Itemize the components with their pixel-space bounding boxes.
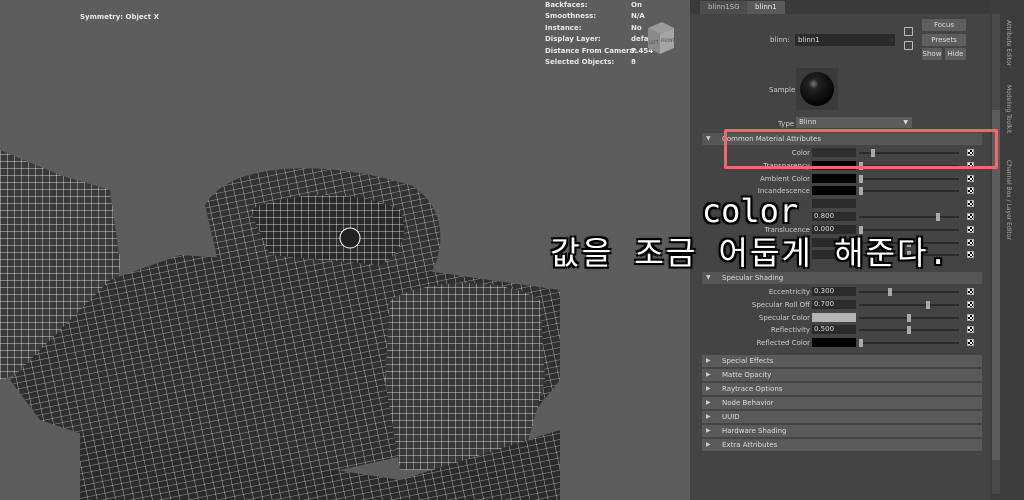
material-sample-swatch (796, 68, 838, 110)
caption-line1: color (701, 192, 799, 230)
tab-blinn1sg[interactable]: blinn1SG (700, 1, 748, 14)
caption-line2: 값을 조금 어둡게 해준다. (550, 234, 950, 272)
section-header[interactable]: ▶ Hardware Shading (702, 425, 982, 437)
show-button[interactable]: Show (922, 48, 942, 60)
attribute-value: 0.300 (814, 287, 835, 295)
editor-tabbar: blinn1SG blinn1 (690, 0, 990, 14)
attribute-label: Specular Roll Off (751, 300, 810, 309)
slider-thumb[interactable] (907, 326, 911, 335)
chevron-down-icon: ▼ (706, 135, 711, 142)
section-title: Matte Opacity (722, 371, 772, 379)
side-tab-modeling-toolkit[interactable]: Modeling Toolkit (1002, 85, 1012, 133)
node-name-field[interactable]: blinn1 (795, 34, 895, 46)
chevron-right-icon: ▶ (706, 385, 711, 392)
attribute-label: Ambient Color (760, 174, 810, 183)
section-header[interactable]: ▶ UUID (702, 411, 982, 423)
attribute-row: Reflected Color (702, 337, 982, 349)
attribute-value: 0.700 (814, 299, 835, 308)
attribute-slider[interactable] (859, 291, 959, 293)
sample-sphere-icon (800, 72, 834, 106)
viewcube-left-label: LEFT (649, 40, 659, 45)
highlight-box (724, 129, 998, 169)
chevron-right-icon: ▶ (706, 427, 711, 434)
attribute-label: Reflected Color (756, 339, 810, 348)
hud-label: Instance: (545, 23, 582, 32)
attribute-label: Specular Color (758, 313, 810, 322)
section-header[interactable]: ▶ Raytrace Options (702, 383, 982, 395)
hud-value: On (631, 1, 642, 9)
slider-thumb[interactable] (907, 313, 911, 322)
section-title: Specular Shading (722, 274, 784, 282)
type-label: Type (778, 120, 795, 128)
chevron-right-icon: ▶ (706, 399, 711, 406)
section-title: Hardware Shading (722, 427, 787, 435)
attribute-row: Eccentricity 0.300 (702, 286, 982, 298)
side-tab-attribute-editor[interactable]: Attribute Editor (1002, 20, 1012, 66)
map-button-icon[interactable] (967, 300, 974, 308)
attribute-slider[interactable] (859, 177, 959, 180)
attribute-value-field[interactable]: 0.300 (812, 287, 856, 296)
map-button-icon[interactable] (967, 174, 974, 182)
section-title: UUID (722, 413, 740, 421)
hide-button[interactable]: Hide (945, 48, 966, 60)
attribute-value-field[interactable] (812, 338, 856, 348)
slider-thumb[interactable] (926, 300, 931, 309)
hud-label: Backfaces: (545, 1, 588, 9)
type-dropdown[interactable]: Blinn ▼ (796, 117, 912, 128)
hud-label: Selected Objects: (545, 57, 615, 66)
map-button-icon[interactable] (967, 339, 974, 347)
caption-overlay: color 값을 조금 어둡게 해준다. (480, 190, 1020, 274)
section-title: Node Behavior (722, 399, 774, 407)
sample-label: Sample (769, 86, 796, 94)
section-header[interactable]: ▶ Special Effects (702, 355, 982, 367)
slider-thumb[interactable] (859, 174, 863, 183)
section-header[interactable]: ▶ Matte Opacity (702, 369, 982, 381)
section-header[interactable]: ▶ Extra Attributes (702, 439, 982, 451)
chevron-right-icon: ▶ (706, 441, 711, 448)
attribute-slider[interactable] (859, 342, 959, 345)
attribute-row: Specular Color (702, 312, 982, 324)
attribute-label: Eccentricity (768, 288, 810, 296)
chevron-down-icon: ▼ (903, 119, 908, 126)
viewcube-icon[interactable]: LEFT FRONT (644, 20, 676, 56)
viewcube-front-label: FRONT (661, 38, 675, 43)
tab-blinn1[interactable]: blinn1 (747, 1, 785, 14)
type-value: Blinn (799, 118, 817, 126)
attribute-value-field[interactable] (812, 173, 856, 183)
attribute-value: 0.500 (814, 325, 835, 334)
hud-label: Distance From Camera: (545, 46, 637, 55)
section-title: Special Effects (722, 357, 774, 365)
chevron-right-icon: ▶ (706, 371, 711, 378)
section-title: Raytrace Options (722, 385, 783, 393)
attribute-row: Ambient Color (702, 173, 982, 185)
attribute-value-field[interactable]: 0.700 (812, 299, 856, 309)
section-title: Extra Attributes (722, 441, 778, 449)
presets-button[interactable]: Presets (922, 34, 966, 46)
attribute-value-field[interactable]: 0.500 (812, 325, 856, 335)
hud-labels: Backfaces: Smoothness: Instance: Display… (545, 1, 637, 69)
map-button-icon[interactable] (967, 288, 974, 295)
attribute-slider[interactable] (859, 303, 959, 306)
attribute-value-field[interactable] (812, 312, 856, 322)
slider-thumb[interactable] (859, 339, 863, 348)
node-name-label: blinn: (770, 36, 790, 44)
hud-label: Smoothness: (545, 12, 597, 21)
focus-arrow-icon[interactable] (904, 27, 913, 36)
focus-button[interactable]: Focus (922, 19, 966, 31)
presets-arrow-icon[interactable] (904, 41, 913, 50)
hud-value: 8 (631, 57, 636, 66)
chevron-right-icon: ▶ (706, 357, 711, 364)
attribute-row: Reflectivity 0.500 (702, 324, 982, 336)
chevron-right-icon: ▶ (706, 413, 711, 420)
attribute-row: Specular Roll Off 0.700 (702, 299, 982, 311)
map-button-icon[interactable] (967, 313, 974, 321)
map-button-icon[interactable] (967, 326, 974, 334)
symmetry-readout: Symmetry: Object X (80, 13, 159, 21)
attribute-label: Reflectivity (770, 326, 810, 335)
hud-label: Display Layer: (545, 35, 601, 44)
slider-thumb[interactable] (887, 288, 892, 296)
section-header[interactable]: ▶ Node Behavior (702, 397, 982, 409)
